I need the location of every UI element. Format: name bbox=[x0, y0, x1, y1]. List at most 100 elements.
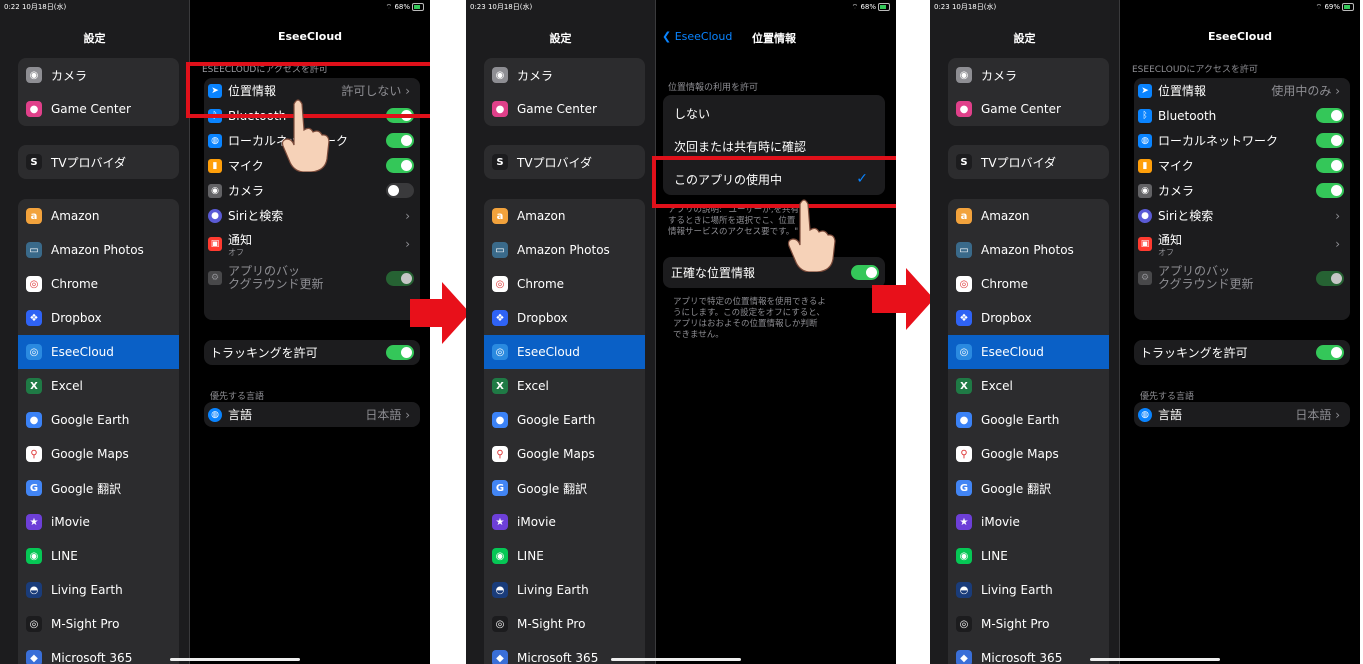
sidebar-item[interactable]: ⚲ Google Maps bbox=[484, 437, 645, 471]
local-network-toggle[interactable] bbox=[386, 133, 414, 148]
sidebar-item[interactable]: ◎ M-Sight Pro bbox=[484, 607, 645, 641]
mic-toggle[interactable] bbox=[386, 158, 414, 173]
sidebar-item[interactable]: ◎ Chrome bbox=[948, 267, 1109, 301]
sidebar-item[interactable]: ◓ Living Earth bbox=[484, 573, 645, 607]
sidebar-item[interactable]: X Excel bbox=[948, 369, 1109, 403]
row-language[interactable]: ◍ 言語 日本語 › bbox=[204, 402, 420, 427]
sidebar-item[interactable]: S TVプロバイダ bbox=[948, 145, 1109, 179]
sidebar-group: ◉ カメラ ● Game Center bbox=[948, 58, 1109, 126]
row-background-refresh: ⚙ アプリのバッ クグラウンド更新 bbox=[204, 260, 420, 296]
row-language[interactable]: ◍ 言語 日本語 › bbox=[1134, 402, 1350, 427]
sidebar-item[interactable]: ● Game Center bbox=[18, 92, 179, 126]
sidebar-item[interactable]: ◉ カメラ bbox=[18, 58, 179, 92]
row-label: Bluetooth bbox=[1158, 108, 1217, 123]
tracking-toggle[interactable] bbox=[386, 345, 414, 360]
m-sight-pro-icon: ◎ bbox=[956, 616, 972, 632]
sidebar-item[interactable]: S TVプロバイダ bbox=[18, 145, 179, 179]
sidebar-item-label: Chrome bbox=[51, 277, 99, 291]
sidebar-item[interactable]: ▭ Amazon Photos bbox=[948, 233, 1109, 267]
local-network-toggle[interactable] bbox=[1316, 133, 1344, 148]
sidebar-item-label: iMovie bbox=[981, 515, 1020, 529]
sidebar-item[interactable]: X Excel bbox=[484, 369, 645, 403]
sidebar-item[interactable]: ◎ Chrome bbox=[18, 267, 179, 301]
row-label-2: クグラウンド更新 bbox=[1158, 277, 1254, 291]
sidebar-item[interactable]: ▭ Amazon Photos bbox=[484, 233, 645, 267]
sidebar-item[interactable]: ● Google Earth bbox=[18, 403, 179, 437]
sidebar-item[interactable]: ★ iMovie bbox=[948, 505, 1109, 539]
row-notifications[interactable]: ▣ 通知 オフ › bbox=[204, 228, 420, 260]
sidebar-group: S TVプロバイダ bbox=[18, 145, 179, 179]
sidebar-item[interactable]: a Amazon bbox=[948, 199, 1109, 233]
row-siri[interactable]: ● Siriと検索 › bbox=[204, 203, 420, 228]
sidebar-item[interactable]: ● Game Center bbox=[948, 92, 1109, 126]
mic-toggle[interactable] bbox=[1316, 158, 1344, 173]
sidebar-item[interactable]: ❖ Dropbox bbox=[948, 301, 1109, 335]
row-camera: ◉ カメラ bbox=[1134, 178, 1350, 203]
sidebar-item[interactable]: ◉ カメラ bbox=[484, 58, 645, 92]
row-label: アプリのバッ bbox=[1158, 264, 1231, 278]
line-icon: ◉ bbox=[492, 548, 508, 564]
sidebar-item[interactable]: a Amazon bbox=[484, 199, 645, 233]
sidebar-item[interactable]: ◉ カメラ bbox=[948, 58, 1109, 92]
sidebar-item[interactable]: ▭ Amazon Photos bbox=[18, 233, 179, 267]
sidebar-item[interactable]: G Google 翻訳 bbox=[484, 471, 645, 505]
row-siri[interactable]: ● Siriと検索 › bbox=[1134, 203, 1350, 228]
microsoft-365-icon: ◆ bbox=[26, 650, 42, 664]
row-label: 通知 bbox=[228, 233, 253, 247]
amazon-photos-icon: ▭ bbox=[492, 242, 508, 258]
tracking-toggle[interactable] bbox=[1316, 345, 1344, 360]
sidebar-item[interactable]: ★ iMovie bbox=[484, 505, 645, 539]
sidebar-item[interactable]: ◉ LINE bbox=[18, 539, 179, 573]
sidebar-item[interactable]: G Google 翻訳 bbox=[18, 471, 179, 505]
sidebar-item[interactable]: ◓ Living Earth bbox=[948, 573, 1109, 607]
sidebar-item[interactable]: ● Game Center bbox=[484, 92, 645, 126]
sidebar-item[interactable]: ◎ EseeCloud bbox=[948, 335, 1109, 369]
sidebar-item-label: Excel bbox=[981, 379, 1013, 393]
sidebar-item[interactable]: ◎ M-Sight Pro bbox=[18, 607, 179, 641]
option-never[interactable]: しない bbox=[664, 97, 896, 129]
row-label: Siriと検索 bbox=[228, 209, 284, 223]
back-button[interactable]: ❮ EseeCloud bbox=[662, 30, 732, 43]
sidebar-item-label: LINE bbox=[517, 549, 544, 563]
sidebar-item[interactable]: S TVプロバイダ bbox=[484, 145, 645, 179]
sidebar-item[interactable]: ◎ EseeCloud bbox=[18, 335, 179, 369]
chevron-right-icon: › bbox=[1335, 237, 1340, 251]
bluetooth-toggle[interactable] bbox=[1316, 108, 1344, 123]
battery-status: ⌔ 68% bbox=[852, 0, 890, 14]
language-group: ◍ 言語 日本語 › bbox=[1134, 402, 1350, 427]
sidebar-item[interactable]: ◎ EseeCloud bbox=[484, 335, 645, 369]
sidebar-item-label: Amazon bbox=[51, 209, 100, 223]
sidebar-item[interactable]: ❖ Dropbox bbox=[484, 301, 645, 335]
sidebar-item[interactable]: ⚲ Google Maps bbox=[18, 437, 179, 471]
sidebar-item-label: Google Maps bbox=[51, 447, 129, 461]
sidebar-item[interactable]: ◓ Living Earth bbox=[18, 573, 179, 607]
amazon-photos-icon: ▭ bbox=[956, 242, 972, 258]
sidebar-item-label: Chrome bbox=[981, 277, 1029, 291]
sidebar-item[interactable]: ⚲ Google Maps bbox=[948, 437, 1109, 471]
sidebar-item[interactable]: ◉ LINE bbox=[948, 539, 1109, 573]
sidebar-item[interactable]: ❖ Dropbox bbox=[18, 301, 179, 335]
row-notifications[interactable]: ▣ 通知 オフ › bbox=[1134, 228, 1350, 260]
sidebar-item[interactable]: ◎ Chrome bbox=[484, 267, 645, 301]
tracking-group: トラッキングを許可 bbox=[204, 340, 420, 365]
camera-toggle[interactable] bbox=[386, 183, 414, 198]
sidebar-item[interactable]: ● Google Earth bbox=[484, 403, 645, 437]
sidebar-item[interactable]: ◉ LINE bbox=[484, 539, 645, 573]
sidebar-item[interactable]: ◆ Microsoft 365 bbox=[948, 641, 1109, 664]
sidebar-item[interactable]: ● Google Earth bbox=[948, 403, 1109, 437]
sidebar-item[interactable]: X Excel bbox=[18, 369, 179, 403]
precise-location-group: 正確な位置情報 bbox=[663, 257, 885, 288]
sidebar-item[interactable]: ◎ M-Sight Pro bbox=[948, 607, 1109, 641]
sidebar-item-label: Google 翻訳 bbox=[51, 481, 122, 496]
camera-toggle[interactable] bbox=[1316, 183, 1344, 198]
sidebar-item[interactable]: a Amazon bbox=[18, 199, 179, 233]
language-header: 優先する言語 bbox=[1140, 392, 1195, 402]
battery-status: ⌔ 69% bbox=[1316, 0, 1354, 14]
sidebar-item[interactable]: ★ iMovie bbox=[18, 505, 179, 539]
background-refresh-toggle[interactable] bbox=[1316, 270, 1344, 286]
row-location[interactable]: ➤ 位置情報 使用中のみ › bbox=[1134, 78, 1350, 103]
sidebar-item[interactable]: G Google 翻訳 bbox=[948, 471, 1109, 505]
sidebar-item[interactable]: ◆ Microsoft 365 bbox=[18, 641, 179, 664]
chrome-icon: ◎ bbox=[956, 276, 972, 292]
google-translate-icon: G bbox=[956, 480, 972, 496]
